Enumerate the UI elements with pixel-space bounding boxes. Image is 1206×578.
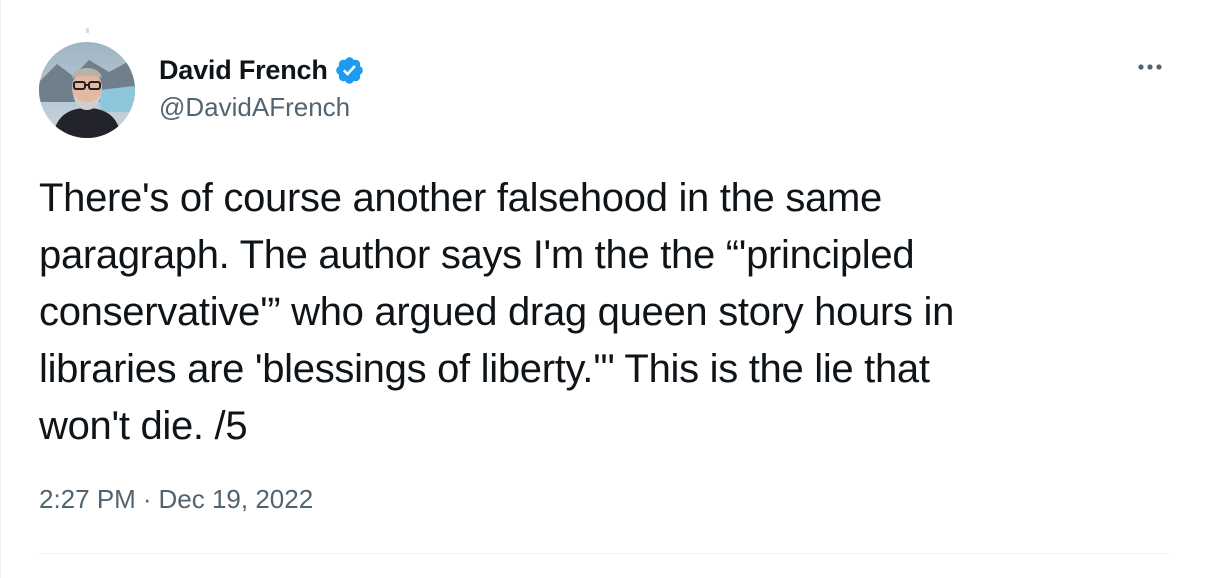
timestamp-separator: · [142, 484, 152, 514]
avatar[interactable] [39, 42, 135, 138]
author-display-name[interactable]: David French [159, 55, 328, 86]
tweet-timestamp: 2:27 PM · Dec 19, 2022 [39, 484, 313, 515]
tweet-date-link[interactable]: Dec 19, 2022 [159, 484, 314, 515]
tweet-card: David French @DavidAFrench There's of co… [0, 0, 1206, 578]
tweet-time-link[interactable]: 2:27 PM [39, 484, 136, 515]
author-handle[interactable]: @DavidAFrench [159, 92, 350, 123]
thread-connector [86, 28, 89, 33]
more-options-button[interactable] [1130, 52, 1170, 82]
more-horizontal-icon [1138, 64, 1162, 70]
verified-badge-icon [334, 55, 365, 86]
author-name-row[interactable]: David French [159, 52, 365, 88]
tweet-text: There's of course another falsehood in t… [39, 176, 955, 448]
divider [39, 553, 1170, 554]
